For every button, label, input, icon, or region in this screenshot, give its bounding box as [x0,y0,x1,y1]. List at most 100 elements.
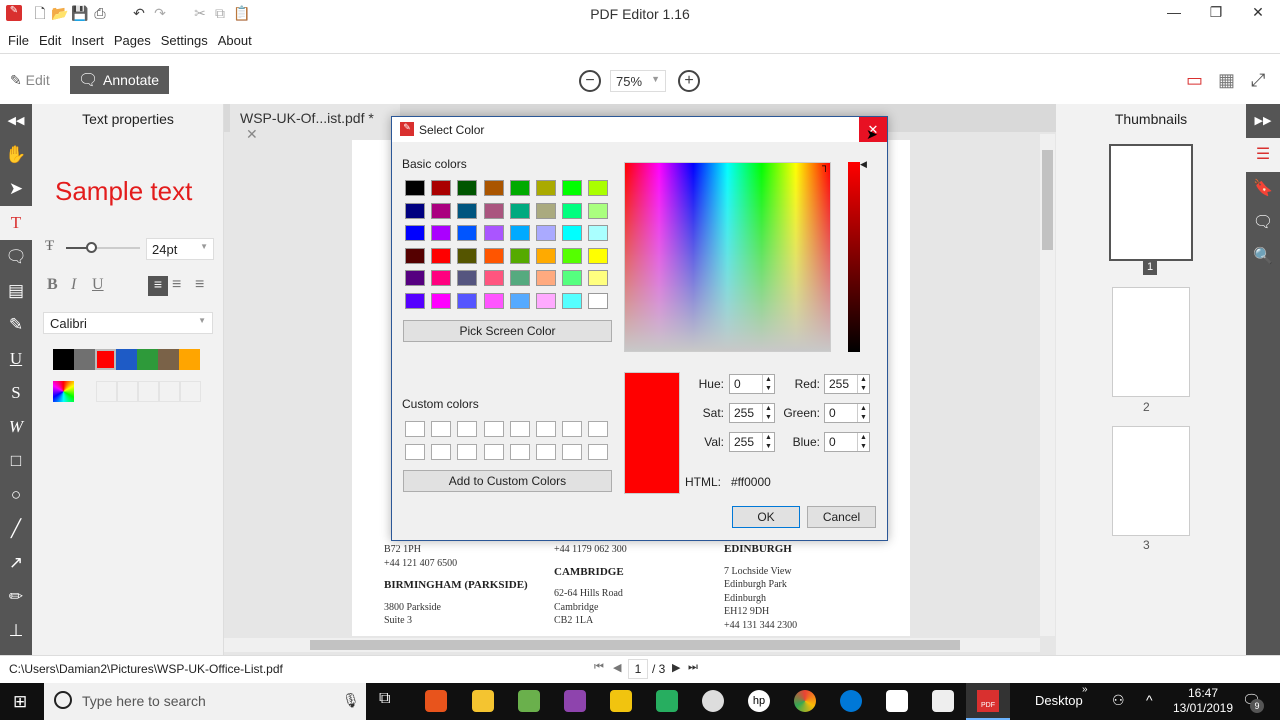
thumbnails-icon[interactable]: ☰ [1246,138,1280,172]
select-tool-icon[interactable]: ➤ [0,172,32,206]
color-swatch[interactable] [116,349,137,370]
taskbar-app-icon[interactable] [518,690,540,712]
color-swatch[interactable] [137,349,158,370]
edge-icon[interactable] [840,690,862,712]
file-explorer-icon[interactable] [610,690,632,712]
empty-color-slot[interactable] [96,381,117,402]
color-wheel-icon[interactable] [53,381,74,402]
basic-color-swatch[interactable] [509,270,530,287]
bold-button[interactable]: B [47,276,58,294]
page-number-input[interactable]: 1 [628,659,648,679]
basic-color-swatch[interactable] [431,225,452,242]
underline-tool-icon[interactable]: U [0,342,32,376]
custom-color-swatch[interactable] [588,443,609,460]
basic-color-swatch[interactable] [405,270,425,287]
menu-insert[interactable]: Insert [71,28,111,53]
store-icon[interactable] [472,690,494,712]
font-size-select[interactable]: 24pt ▼ [146,238,214,260]
basic-color-swatch[interactable] [457,247,478,264]
basic-color-swatch[interactable] [405,180,425,196]
custom-color-swatch[interactable] [588,421,609,437]
document-tab[interactable]: WSP-UK-Of...ist.pdf * ✕ [230,104,400,142]
hp-icon[interactable]: hp [748,690,770,712]
empty-color-slot[interactable] [138,381,159,402]
value-slider[interactable] [848,162,860,352]
hidden-icons-chevron[interactable]: ^ [1146,692,1153,708]
basic-color-swatch[interactable] [483,293,504,309]
basic-color-swatch[interactable] [431,270,452,287]
collapse-panel-icon[interactable]: ◀◀ [0,104,32,138]
desktop-toolbar[interactable]: Desktop [1035,693,1083,708]
zoom-in-button[interactable]: + [678,70,700,92]
clock[interactable]: 16:47 13/01/2019 [1168,686,1238,716]
basic-color-swatch[interactable] [483,225,504,242]
custom-color-swatch[interactable] [405,421,425,437]
basic-color-swatch[interactable] [431,293,452,309]
val-input[interactable]: 255 ▲ ▼ [729,432,775,452]
basic-color-swatch[interactable] [536,293,556,309]
custom-color-swatch[interactable] [431,421,452,437]
color-swatch[interactable] [179,349,200,370]
search-icon[interactable]: 🔍 [1246,240,1280,274]
basic-color-swatch[interactable] [509,202,530,219]
hue-input[interactable]: 0 ▲ ▼ [729,374,775,394]
document-icon[interactable] [932,690,954,712]
basic-color-swatch[interactable] [562,293,583,309]
close-window-button[interactable]: ✕ [1248,4,1268,24]
custom-color-swatch[interactable] [431,443,452,460]
menu-edit[interactable]: Edit [39,28,68,53]
green-input[interactable]: 0 ▲ ▼ [824,403,870,423]
minimize-button[interactable]: — [1164,4,1184,24]
stamp-tool-icon[interactable]: ⊥ [0,614,32,648]
basic-color-swatch[interactable] [509,180,530,196]
vertical-scrollbar[interactable] [1040,134,1055,636]
basic-color-swatch[interactable] [405,225,425,242]
align-center-button[interactable]: ≡ [172,276,181,294]
edit-mode-button[interactable]: ✎ Edit [10,72,50,89]
custom-color-swatch[interactable] [483,443,504,460]
line-tool-icon[interactable]: ╱ [0,512,32,546]
custom-color-swatch[interactable] [509,421,530,437]
windows-start-icon[interactable]: ⊞ [13,692,27,712]
empty-color-slot[interactable] [180,381,201,402]
toolbar-overflow-icon[interactable]: » [1082,684,1088,695]
menu-settings[interactable]: Settings [161,28,215,53]
basic-color-swatch[interactable] [588,247,609,264]
taskbar-app-icon[interactable] [656,690,678,712]
basic-color-swatch[interactable] [588,270,609,287]
basic-color-swatch[interactable] [588,180,609,196]
basic-color-swatch[interactable] [483,270,504,287]
mail-icon[interactable] [886,690,908,712]
basic-color-swatch[interactable] [588,225,609,242]
basic-color-swatch[interactable] [536,225,556,242]
restore-button[interactable]: ❐ [1206,4,1226,24]
vertical-scroll-thumb[interactable] [1042,150,1053,250]
font-family-select[interactable]: Calibri ▼ [43,312,213,334]
close-tab-icon[interactable]: ✕ [246,126,258,142]
basic-color-swatch[interactable] [536,247,556,264]
cancel-button[interactable]: Cancel [807,506,876,528]
prev-page-button[interactable]: ◀ [613,661,621,674]
people-icon[interactable]: ⚇ [1112,692,1125,709]
basic-color-swatch[interactable] [431,180,452,196]
basic-color-swatch[interactable] [509,225,530,242]
custom-color-swatch[interactable] [405,443,425,460]
zoom-select[interactable]: 75% ▼ [610,70,666,92]
comment-tool-icon[interactable]: 🗨 [0,240,32,274]
action-center-icon[interactable]: 🗨9 [1242,691,1264,713]
hand-tool-icon[interactable]: ✋ [0,138,32,172]
last-page-button[interactable]: ⏭ [688,661,698,674]
basic-color-swatch[interactable] [457,180,478,196]
custom-color-swatch[interactable] [536,443,556,460]
basic-color-swatch[interactable] [457,225,478,242]
menu-pages[interactable]: Pages [114,28,158,53]
basic-color-swatch[interactable] [483,180,504,196]
basic-color-swatch[interactable] [562,180,583,196]
horizontal-scrollbar[interactable] [224,638,1040,652]
picker-crosshair[interactable]: ┐ [822,161,829,172]
horizontal-scroll-thumb[interactable] [310,640,960,650]
basic-color-swatch[interactable] [536,180,556,196]
custom-color-swatch[interactable] [562,421,583,437]
comments-icon[interactable]: 🗨 [1246,206,1280,240]
red-input[interactable]: 255 ▲ ▼ [824,374,870,394]
